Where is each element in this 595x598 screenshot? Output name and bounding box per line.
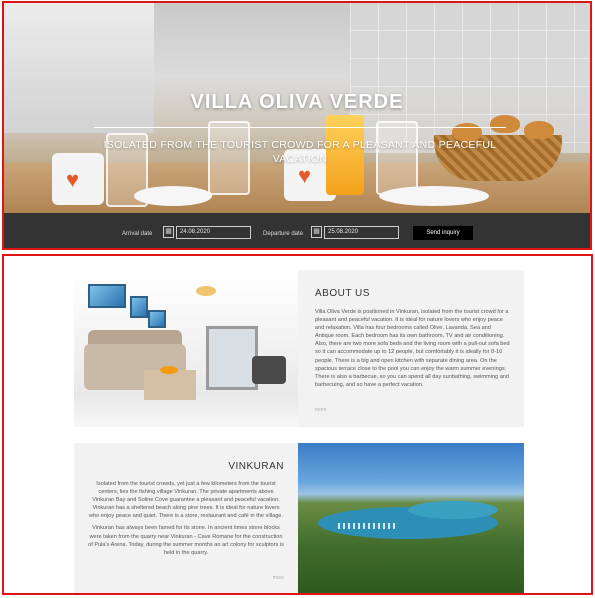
about-us-title: ABOUT US (315, 288, 370, 299)
about-us-text: Villa Oliva Verde is positioned in Vinku… (315, 309, 510, 388)
vinkuran-paragraph-1: Isolated from the tourist crowds, yet ju… (89, 481, 283, 520)
arrival-date-label: Arrival date (122, 231, 153, 237)
calendar-icon[interactable]: ▦ (163, 226, 174, 238)
vinkuran-text: Isolated from the tourist crowds, yet ju… (88, 480, 284, 561)
vinkuran-title: VINKURAN (228, 461, 284, 472)
calendar-icon[interactable]: ▦ (311, 226, 322, 238)
departure-date-input[interactable]: 25.08.2020 (324, 226, 399, 239)
content-section: ABOUT US Villa Oliva Verde is positioned… (2, 254, 593, 595)
living-room-image (74, 270, 298, 427)
departure-date-label: Departure date (263, 231, 304, 237)
hero-section: ♥ ♥ VILLA OLIVA VERDE ISOLATED FROM THE … (2, 1, 592, 250)
vinkuran-more-link[interactable]: more (273, 575, 284, 581)
send-inquiry-button[interactable]: Send inquiry (413, 226, 473, 240)
about-us-panel: ABOUT US Villa Oliva Verde is positioned… (298, 270, 524, 427)
vinkuran-paragraph-2: Vinkuran has always been famed for its s… (88, 525, 284, 556)
vinkuran-bay-image (298, 443, 524, 593)
hero-divider (94, 127, 506, 128)
hero-title: VILLA OLIVA VERDE (190, 91, 404, 113)
hero-subtitle: ISOLATED FROM THE TOURIST CROWD FOR A PL… (103, 139, 497, 165)
arrival-date-input[interactable]: 24.08.2020 (176, 226, 251, 239)
about-more-link[interactable]: more (315, 407, 326, 413)
booking-bar: Arrival date ▦ 24.08.2020 Departure date… (4, 213, 590, 248)
vinkuran-panel: VINKURAN Isolated from the tourist crowd… (74, 443, 298, 593)
